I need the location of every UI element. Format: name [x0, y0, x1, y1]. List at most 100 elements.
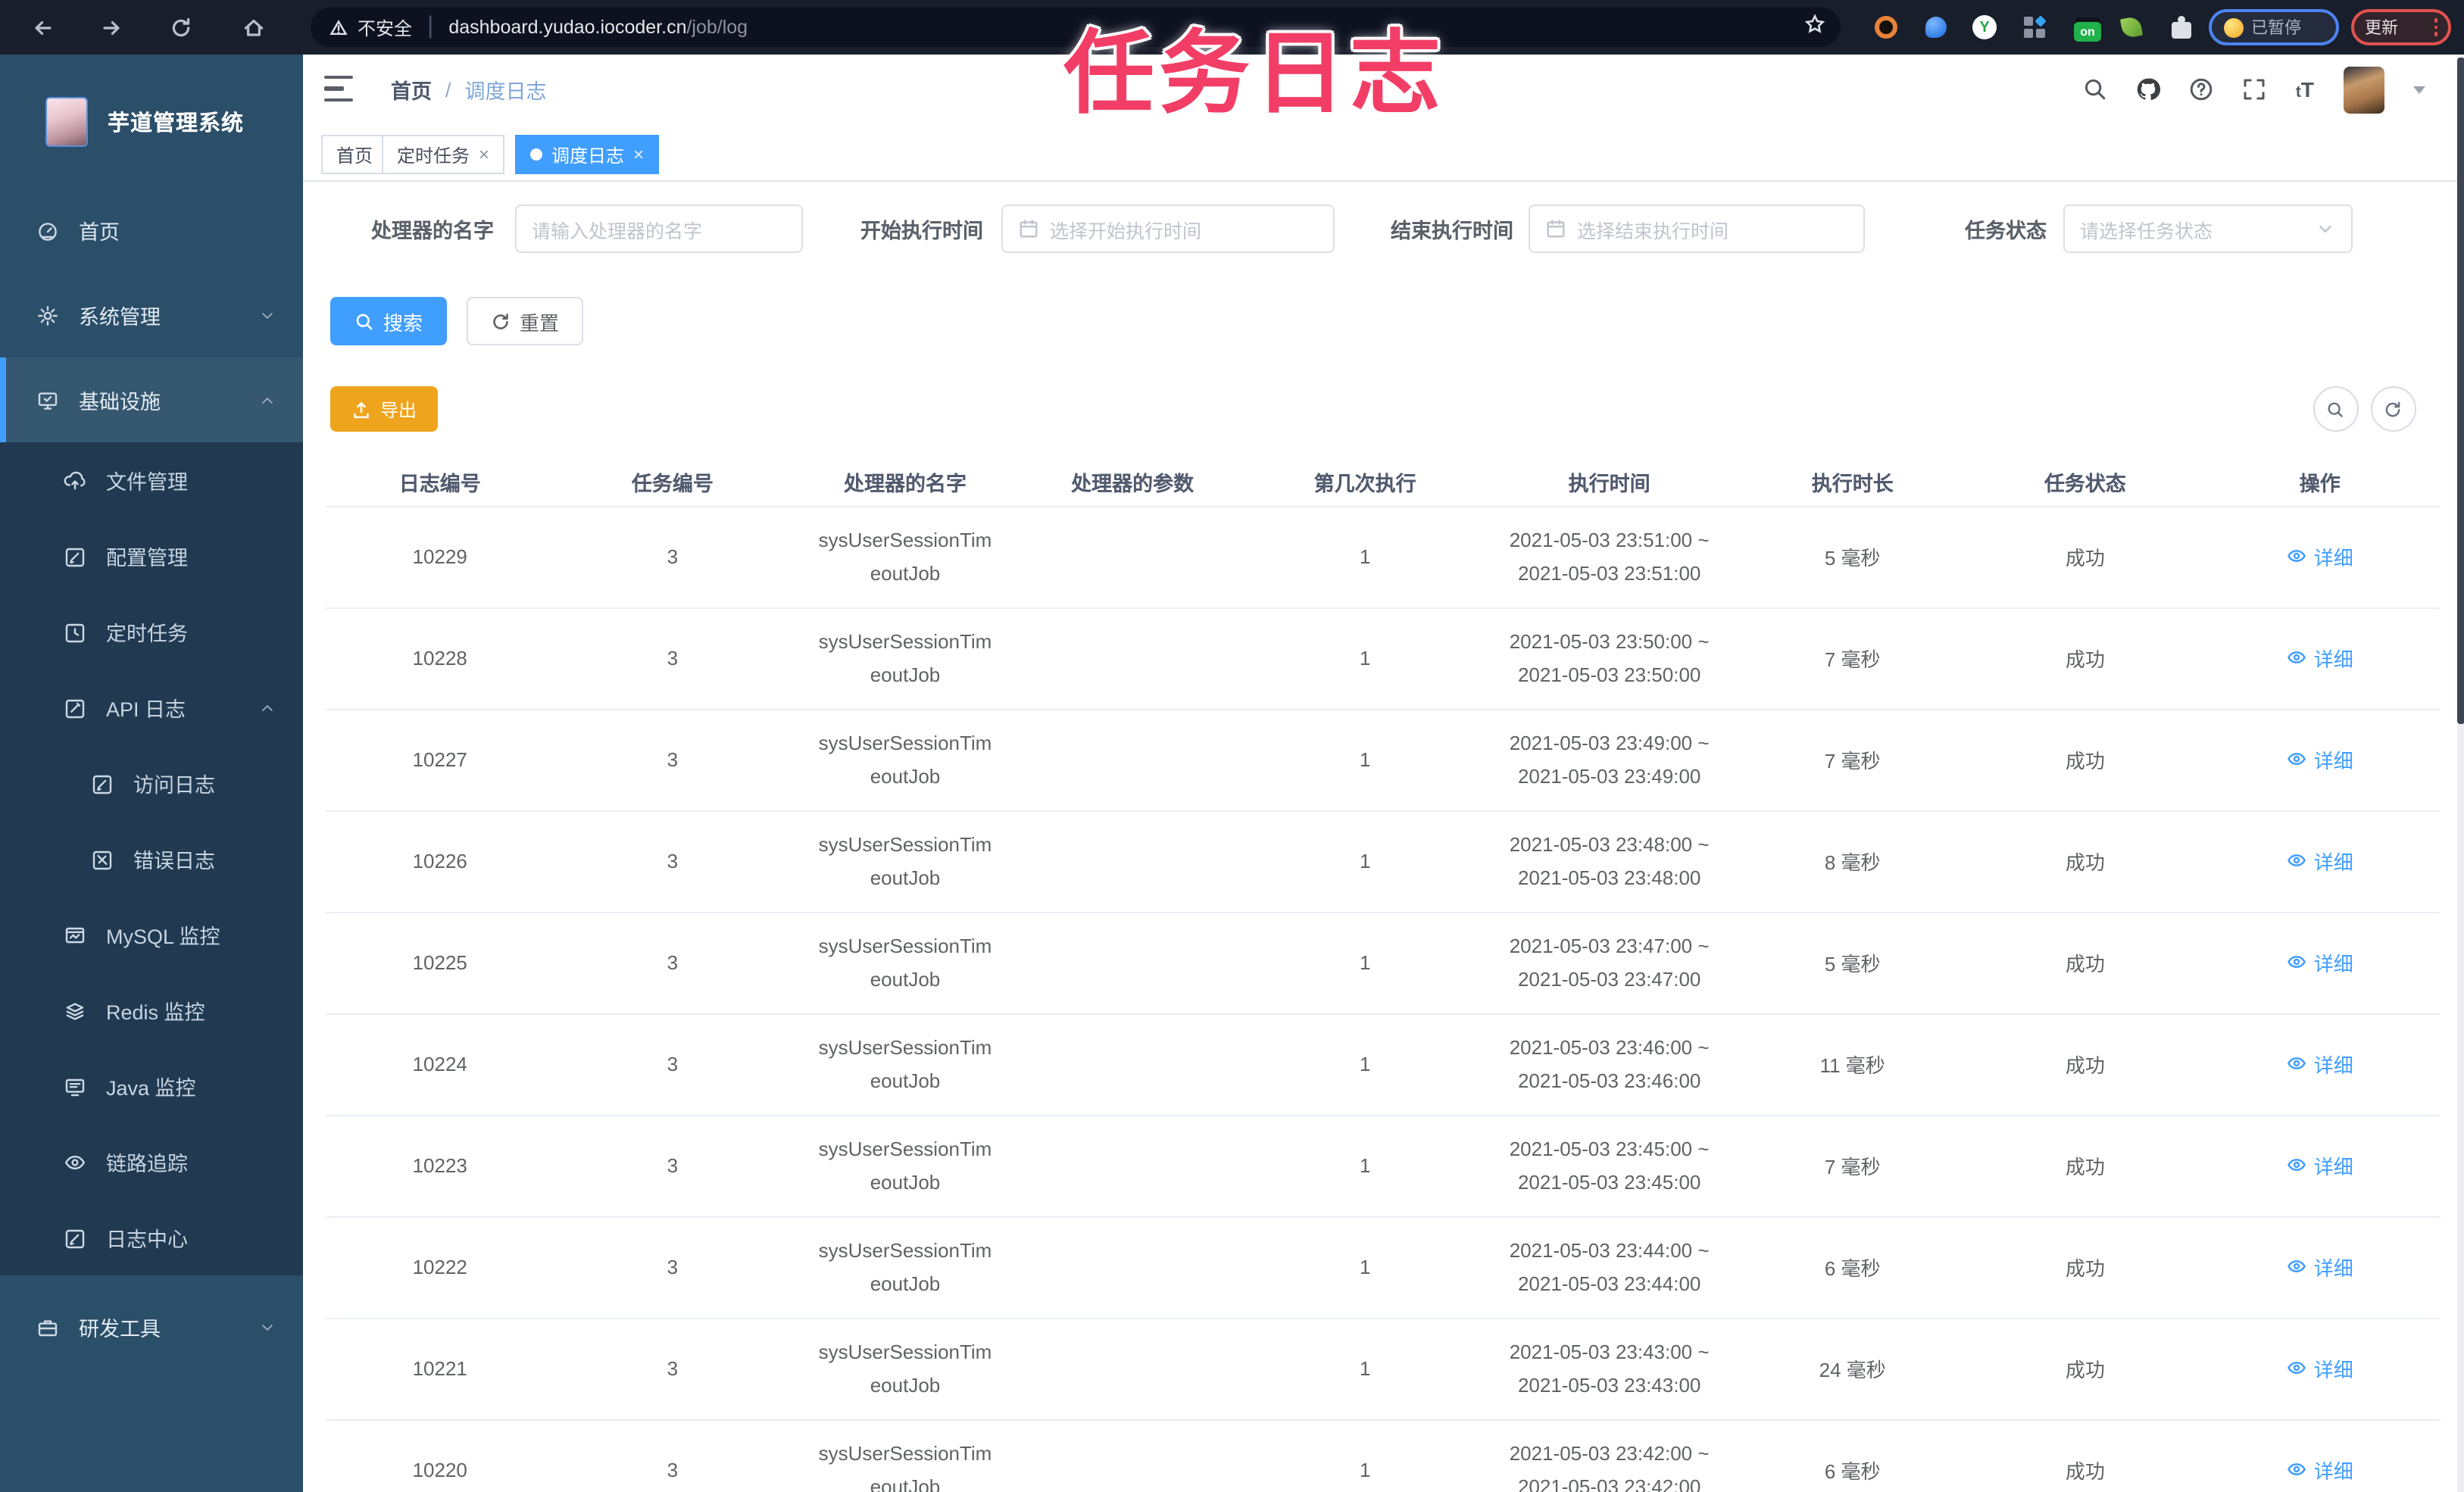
refresh-table-button[interactable] [2370, 386, 2416, 432]
detail-link[interactable]: 详细 [2287, 948, 2353, 977]
sidebar-toggle-icon[interactable] [324, 76, 353, 101]
column-header: 第几次执行 [1245, 459, 1485, 507]
fullscreen-icon[interactable] [2243, 77, 2267, 101]
search-icon[interactable] [2084, 77, 2108, 101]
sidebar-item-redis-monitor[interactable]: Redis 监控 [0, 972, 303, 1048]
sidebar-item-config-mgmt[interactable]: 配置管理 [0, 518, 303, 594]
detail-link[interactable]: 详细 [2287, 1354, 2353, 1383]
task-status-select[interactable]: 请选择任务状态 [2063, 204, 2353, 253]
sidebar-item-home[interactable]: 首页 [0, 188, 303, 273]
detail-link[interactable]: 详细 [2287, 745, 2353, 774]
breadcrumb-home[interactable]: 首页 [391, 74, 432, 105]
table-row: 10226 3 sysUserSessionTim eoutJob 1 2021-… [326, 810, 2441, 913]
cell-log-id: 10221 [326, 1318, 554, 1420]
cell-time: 2021-05-03 23:45:00 ~2021-05-03 23:45:00 [1484, 1115, 1735, 1217]
github-icon[interactable] [2137, 77, 2161, 101]
detail-link[interactable]: 详细 [2287, 1253, 2353, 1281]
sidebar-item-trace[interactable]: 链路追踪 [0, 1124, 303, 1200]
sidebar-item-java-monitor[interactable]: Java 监控 [0, 1048, 303, 1124]
cell-param [1019, 1013, 1246, 1116]
cell-task-id: 3 [554, 1013, 792, 1116]
table-row: 10220 3 sysUserSessionTim eoutJob 1 2021-… [326, 1419, 2441, 1492]
extension-grid-icon[interactable] [2024, 15, 2047, 38]
sidebar-item-dev-tools[interactable]: 研发工具 [0, 1284, 303, 1369]
tab-label: 定时任务 [397, 145, 470, 166]
cell-time: 2021-05-03 23:48:00 ~2021-05-03 23:48:00 [1484, 810, 1735, 913]
tab-scheduled-jobs[interactable]: 定时任务 × [382, 135, 505, 174]
tab-job-log[interactable]: 调度日志 × [515, 135, 660, 174]
detail-link[interactable]: 详细 [2287, 1456, 2353, 1484]
cell-status: 成功 [1971, 607, 2200, 710]
access-log-icon [92, 774, 112, 794]
extension-on-icon[interactable]: on [2074, 22, 2101, 42]
scrollbar-thumb[interactable] [2456, 58, 2464, 724]
text-size-icon[interactable]: tT [2296, 77, 2314, 101]
browser-forward-icon[interactable] [94, 11, 127, 44]
sidebar-item-scheduled-jobs[interactable]: 定时任务 [0, 594, 303, 670]
detail-link[interactable]: 详细 [2287, 1050, 2353, 1078]
cell-task-id: 3 [554, 506, 792, 608]
start-time-input[interactable]: 选择开始执行时间 [1001, 204, 1335, 253]
input-placeholder: 请输入处理器的名字 [532, 220, 703, 242]
search-button[interactable]: 搜索 [330, 297, 448, 345]
extension-y-icon[interactable]: Y [1972, 15, 1997, 39]
detail-link[interactable]: 详细 [2287, 847, 2353, 876]
extension-orange-icon[interactable] [1875, 16, 1897, 39]
tab-label: 调度日志 [551, 145, 625, 166]
tab-close-icon[interactable]: × [633, 144, 644, 165]
extensions-puzzle-icon[interactable] [2172, 16, 2191, 39]
browser-back-icon[interactable] [26, 11, 59, 44]
detail-link[interactable]: 详细 [2287, 644, 2353, 673]
browser-home-icon[interactable] [236, 11, 270, 44]
app-window: 芋道管理系统 首页 系统管理 基础设施 文件管理 配置管理 定时任务 API 日… [0, 55, 2464, 1492]
sidebar-item-log-center[interactable]: 日志中心 [0, 1200, 303, 1275]
cell-time: 2021-05-03 23:49:00 ~2021-05-03 23:49:00 [1484, 709, 1735, 811]
cell-execute-index: 1 [1245, 1013, 1485, 1116]
handler-name-input[interactable]: 请输入处理器的名字 [515, 204, 803, 253]
user-caret-icon[interactable] [2412, 86, 2425, 93]
cell-status: 成功 [1971, 810, 2200, 913]
export-button[interactable]: 导出 [330, 386, 439, 432]
extension-leaf-icon[interactable] [2119, 15, 2144, 39]
mysql-monitor-icon [65, 926, 85, 943]
breadcrumb-separator: / [445, 78, 451, 101]
sidebar-item-file-mgmt[interactable]: 文件管理 [0, 442, 303, 518]
extension-blue-icon[interactable] [1925, 17, 1947, 38]
job-log-table: 日志编号 任务编号 处理器的名字 处理器的参数 第几次执行 执行时间 执行时长 … [326, 459, 2441, 1492]
tab-home[interactable]: 首页 [321, 135, 389, 174]
detail-link[interactable]: 详细 [2287, 542, 2353, 571]
sidebar-logo-row[interactable]: 芋道管理系统 [0, 55, 303, 188]
sidebar-item-label: 定时任务 [106, 623, 188, 645]
select-placeholder: 请选择任务状态 [2080, 220, 2213, 242]
end-time-input[interactable]: 选择结束执行时间 [1529, 204, 1865, 253]
scrollbar[interactable] [2456, 55, 2464, 1492]
column-header: 执行时间 [1484, 459, 1735, 507]
sidebar-item-access-log[interactable]: 访问日志 [0, 745, 303, 821]
browser-menu-icon[interactable] [2434, 18, 2437, 36]
reset-button[interactable]: 重置 [467, 297, 584, 345]
paused-badge[interactable]: 已暂停 [2209, 9, 2339, 45]
filter-actions: 搜索 重置 [330, 297, 584, 345]
detail-link[interactable]: 详细 [2287, 1151, 2353, 1180]
tab-close-icon[interactable]: × [479, 144, 489, 165]
cell-task-id: 3 [554, 912, 792, 1014]
toggle-search-button[interactable] [2313, 386, 2358, 432]
browser-reload-icon[interactable] [164, 11, 197, 44]
refresh-icon [493, 313, 508, 329]
sidebar-item-mysql-monitor[interactable]: MySQL 监控 [0, 897, 303, 972]
sidebar-item-label: 链路追踪 [106, 1153, 188, 1175]
cell-handler: sysUserSessionTim eoutJob [791, 709, 1020, 811]
cell-log-id: 10227 [326, 709, 554, 811]
sidebar-item-label: Redis 监控 [106, 1001, 205, 1024]
bookmark-star-icon[interactable] [1804, 13, 1825, 42]
sidebar-item-label: 系统管理 [79, 306, 161, 329]
sidebar-item-system-mgmt[interactable]: 系统管理 [0, 273, 303, 357]
help-icon[interactable] [2190, 77, 2214, 101]
sidebar-item-api-log[interactable]: API 日志 [0, 670, 303, 745]
user-avatar[interactable] [2343, 66, 2384, 113]
cell-execute-index: 1 [1245, 1216, 1485, 1319]
sidebar-item-infrastructure[interactable]: 基础设施 [0, 357, 303, 442]
sidebar-item-error-log[interactable]: 错误日志 [0, 821, 303, 897]
sidebar-item-label: 基础设施 [79, 391, 161, 414]
update-badge[interactable]: 更新 [2351, 9, 2451, 45]
